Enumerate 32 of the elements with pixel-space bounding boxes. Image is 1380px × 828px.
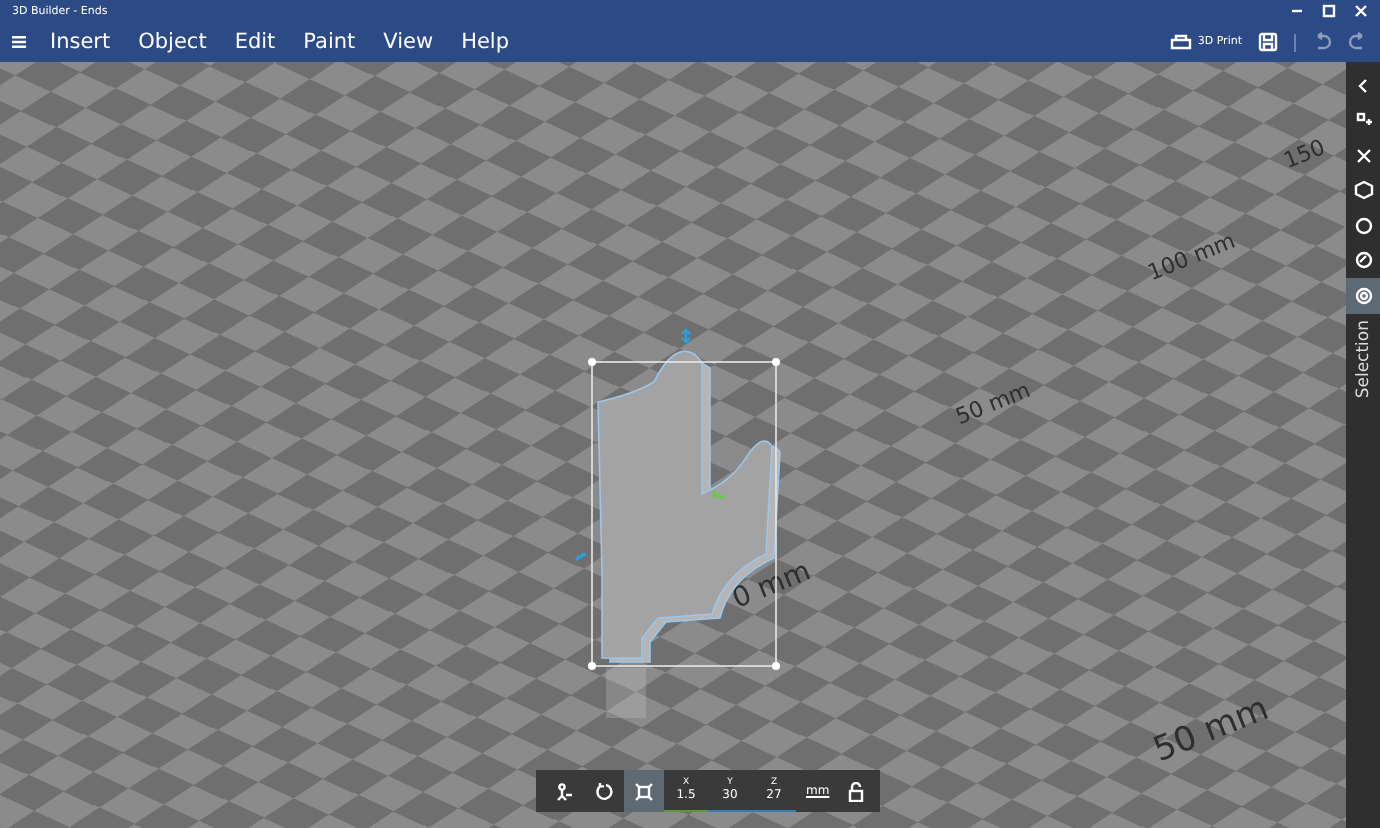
ruler-label: 50 mm (952, 376, 1034, 431)
ruler-label: 0 mm (728, 555, 816, 616)
restore-icon[interactable] (1322, 4, 1336, 18)
minimize-icon[interactable] (1290, 4, 1304, 18)
menu-item[interactable]: Edit (220, 30, 290, 54)
ruler-label: 150 (1280, 134, 1329, 175)
close-icon[interactable] (1354, 4, 1368, 18)
add-icon (1353, 110, 1373, 131)
height-handle-icon[interactable] (680, 328, 692, 344)
chevron-icon (1353, 75, 1373, 96)
menu-item[interactable]: Help (447, 30, 524, 54)
selection-tool-button[interactable] (1346, 278, 1380, 313)
move-handle-icon[interactable] (712, 488, 726, 500)
part-reflection (606, 668, 646, 718)
menu-item[interactable]: View (369, 30, 448, 54)
ruler-label: 100 mm (1144, 227, 1239, 287)
menu-icon[interactable] (12, 36, 26, 48)
unlocked-icon[interactable] (847, 781, 864, 801)
printer-icon (1169, 34, 1192, 50)
scale-tool-button[interactable] (624, 770, 664, 812)
save-icon[interactable] (1258, 32, 1278, 52)
circle-icon (1353, 215, 1373, 236)
selection-icon (1353, 285, 1373, 306)
figure-icon (554, 781, 574, 801)
rotate-icon (594, 781, 614, 801)
scale-icon (634, 781, 654, 801)
menu-item[interactable]: Paint (289, 30, 370, 54)
width-handle-icon[interactable] (574, 552, 588, 562)
menu-item[interactable]: Object (124, 30, 221, 54)
panel-label: Selection (1353, 319, 1373, 398)
menu-item[interactable]: Insert (36, 30, 125, 54)
ruler-label: 50 mm (1148, 688, 1275, 772)
